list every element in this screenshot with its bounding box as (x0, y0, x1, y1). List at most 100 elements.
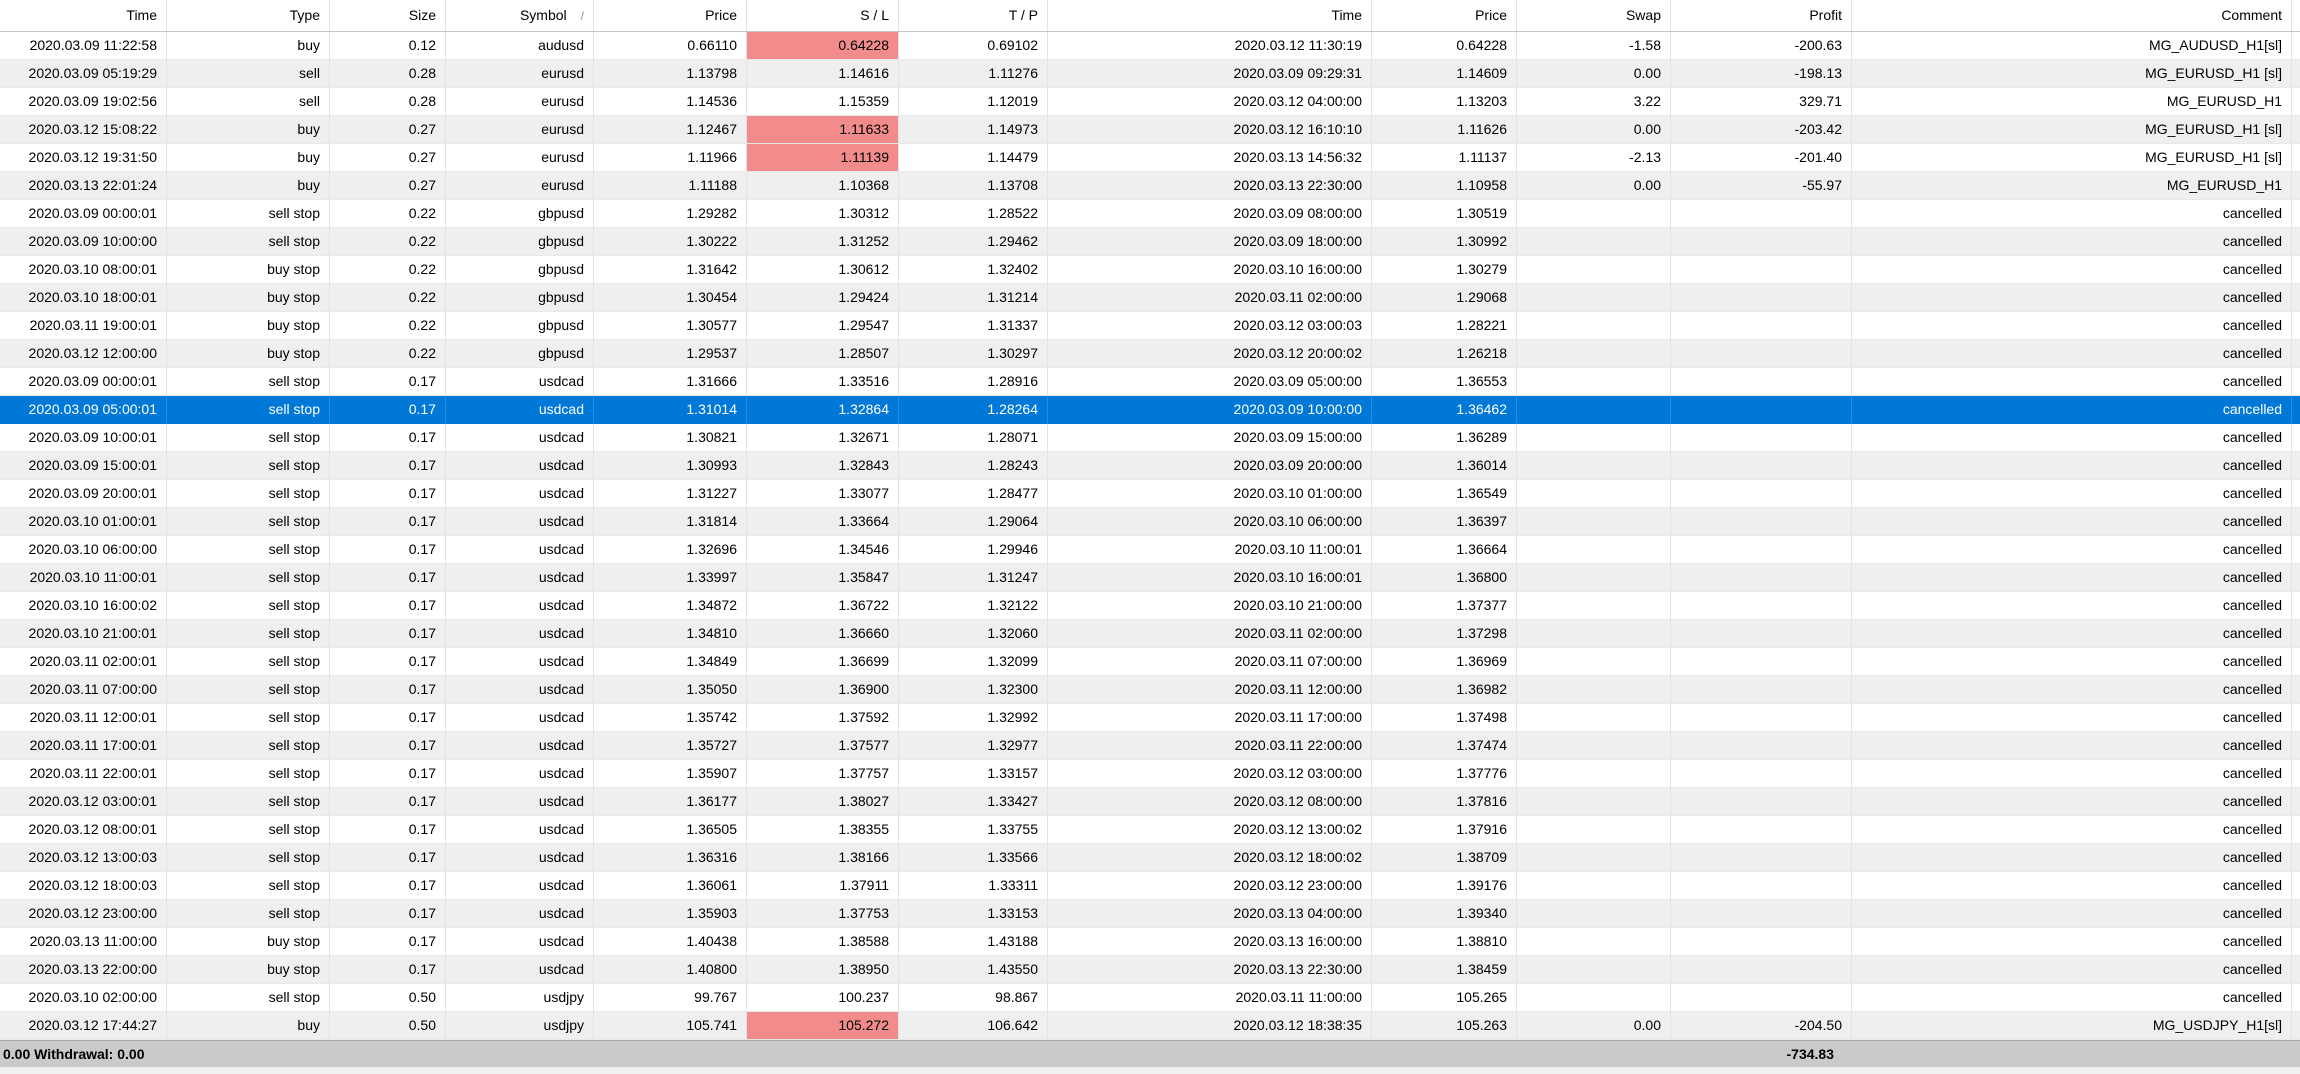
cell-swap (1517, 872, 1671, 900)
table-row[interactable]: 2020.03.10 08:00:01 buy stop 0.22 gbpusd 1.3… (0, 256, 2300, 284)
cell-size: 0.17 (330, 872, 446, 900)
column-header-open-price[interactable]: Price (594, 0, 747, 31)
table-row[interactable]: 2020.03.10 02:00:00 sell stop 0.50 usdjpy 99… (0, 984, 2300, 1012)
cell-swap (1517, 564, 1671, 592)
cell-comment: cancelled (1852, 592, 2292, 620)
table-row[interactable]: 2020.03.09 05:19:29 sell 0.28 eurusd 1.13798… (0, 60, 2300, 88)
table-row[interactable]: 2020.03.12 12:00:00 buy stop 0.22 gbpusd 1.2… (0, 340, 2300, 368)
cell-price: 1.31227 (594, 480, 747, 508)
column-header-close-time[interactable]: Time (1048, 0, 1372, 31)
table-row[interactable]: 2020.03.11 02:00:01 sell stop 0.17 usdcad 1.… (0, 648, 2300, 676)
cell-sl: 1.36722 (747, 592, 899, 620)
cell-profit (1671, 816, 1852, 844)
table-row[interactable]: 2020.03.10 18:00:01 buy stop 0.22 gbpusd 1.3… (0, 284, 2300, 312)
cell-ctime: 2020.03.11 02:00:00 (1048, 284, 1372, 312)
cell-swap: 3.22 (1517, 88, 1671, 116)
cell-price: 1.33997 (594, 564, 747, 592)
column-header-close-price[interactable]: Price (1372, 0, 1517, 31)
cell-price: 1.31642 (594, 256, 747, 284)
cell-time: 2020.03.10 06:00:00 (0, 536, 167, 564)
cell-ctime: 2020.03.10 16:00:01 (1048, 564, 1372, 592)
cell-size: 0.27 (330, 116, 446, 144)
row-spacer (2292, 228, 2300, 256)
cell-symbol: usdcad (446, 620, 594, 648)
table-row[interactable]: 2020.03.12 19:31:50 buy 0.27 eurusd 1.11966 1… (0, 144, 2300, 172)
table-row[interactable]: 2020.03.09 00:00:01 sell stop 0.17 usdcad 1.… (0, 368, 2300, 396)
column-header-comment[interactable]: Comment (1852, 0, 2292, 31)
cell-time: 2020.03.09 00:00:01 (0, 200, 167, 228)
cell-tp: 1.14479 (899, 144, 1048, 172)
cell-comment: cancelled (1852, 788, 2292, 816)
column-header-type[interactable]: Type (167, 0, 330, 31)
column-header-tp[interactable]: T / P (899, 0, 1048, 31)
cell-swap (1517, 368, 1671, 396)
cell-sl: 1.15359 (747, 88, 899, 116)
cell-time: 2020.03.10 21:00:01 (0, 620, 167, 648)
table-row[interactable]: 2020.03.11 12:00:01 sell stop 0.17 usdcad 1.… (0, 704, 2300, 732)
table-row[interactable]: 2020.03.09 10:00:00 sell stop 0.22 gbpusd 1.… (0, 228, 2300, 256)
table-row[interactable]: 2020.03.11 19:00:01 buy stop 0.22 gbpusd 1.3… (0, 312, 2300, 340)
cell-comment: cancelled (1852, 760, 2292, 788)
table-row[interactable]: 2020.03.09 10:00:01 sell stop 0.17 usdcad 1.… (0, 424, 2300, 452)
cell-type: sell stop (167, 564, 330, 592)
table-row[interactable]: 2020.03.10 06:00:00 sell stop 0.17 usdcad 1.… (0, 536, 2300, 564)
cell-ctime: 2020.03.12 13:00:02 (1048, 816, 1372, 844)
table-row[interactable]: 2020.03.12 17:44:27 buy 0.50 usdjpy 105.741 1… (0, 1012, 2300, 1040)
cell-cprice: 1.36397 (1372, 508, 1517, 536)
table-row[interactable]: 2020.03.11 17:00:01 sell stop 0.17 usdcad 1.… (0, 732, 2300, 760)
cell-symbol: gbpusd (446, 200, 594, 228)
table-row[interactable]: 2020.03.09 11:22:58 buy 0.12 audusd 0.66110 0… (0, 32, 2300, 60)
column-header-profit[interactable]: Profit (1671, 0, 1852, 31)
column-header-swap[interactable]: Swap (1517, 0, 1671, 31)
cell-sl: 1.33516 (747, 368, 899, 396)
cell-cprice: 1.11626 (1372, 116, 1517, 144)
cell-size: 0.27 (330, 144, 446, 172)
footer-profit-total: -734.83 (1786, 1046, 1834, 1062)
table-row[interactable]: 2020.03.09 20:00:01 sell stop 0.17 usdcad 1.… (0, 480, 2300, 508)
cell-symbol: usdcad (446, 564, 594, 592)
cell-price: 1.35907 (594, 760, 747, 788)
table-row[interactable]: 2020.03.13 22:00:00 buy stop 0.17 usdcad 1.4… (0, 956, 2300, 984)
table-row[interactable]: 2020.03.10 16:00:02 sell stop 0.17 usdcad 1.… (0, 592, 2300, 620)
row-spacer (2292, 312, 2300, 340)
cell-profit: 329.71 (1671, 88, 1852, 116)
table-row[interactable]: 2020.03.09 00:00:01 sell stop 0.22 gbpusd 1.… (0, 200, 2300, 228)
cell-type: sell stop (167, 816, 330, 844)
table-row[interactable]: 2020.03.13 22:01:24 buy 0.27 eurusd 1.11188 1… (0, 172, 2300, 200)
table-row[interactable]: 2020.03.12 18:00:03 sell stop 0.17 usdcad 1.… (0, 872, 2300, 900)
cell-swap (1517, 592, 1671, 620)
footer-withdrawal-text: 0.00 Withdrawal: 0.00 (3, 1046, 145, 1062)
cell-ctime: 2020.03.09 15:00:00 (1048, 424, 1372, 452)
cell-size: 0.17 (330, 844, 446, 872)
table-row[interactable]: 2020.03.10 11:00:01 sell stop 0.17 usdcad 1.… (0, 564, 2300, 592)
table-row[interactable]: 2020.03.09 05:00:01 sell stop 0.17 usdcad 1.… (0, 396, 2300, 424)
table-row[interactable]: 2020.03.12 03:00:01 sell stop 0.17 usdcad 1.… (0, 788, 2300, 816)
cell-symbol: usdcad (446, 368, 594, 396)
row-spacer (2292, 340, 2300, 368)
column-header-open-time[interactable]: Time (0, 0, 167, 31)
cell-comment: MG_EURUSD_H1 (1852, 88, 2292, 116)
table-row[interactable]: 2020.03.12 13:00:03 sell stop 0.17 usdcad 1.… (0, 844, 2300, 872)
cell-size: 0.22 (330, 340, 446, 368)
table-row[interactable]: 2020.03.12 23:00:00 sell stop 0.17 usdcad 1.… (0, 900, 2300, 928)
table-body: 2020.03.09 11:22:58 buy 0.12 audusd 0.66110 0… (0, 32, 2300, 1040)
cell-symbol: gbpusd (446, 256, 594, 284)
table-row[interactable]: 2020.03.12 08:00:01 sell stop 0.17 usdcad 1.… (0, 816, 2300, 844)
cell-cprice: 1.37916 (1372, 816, 1517, 844)
column-header-sl[interactable]: S / L (747, 0, 899, 31)
column-header-size[interactable]: Size (330, 0, 446, 31)
table-row[interactable]: 2020.03.11 22:00:01 sell stop 0.17 usdcad 1.… (0, 760, 2300, 788)
column-header-symbol[interactable]: Symbol / (446, 0, 594, 31)
table-row[interactable]: 2020.03.12 15:08:22 buy 0.27 eurusd 1.12467 1… (0, 116, 2300, 144)
table-row[interactable]: 2020.03.11 07:00:00 sell stop 0.17 usdcad 1.… (0, 676, 2300, 704)
cell-type: buy (167, 1012, 330, 1040)
table-row[interactable]: 2020.03.10 01:00:01 sell stop 0.17 usdcad 1.… (0, 508, 2300, 536)
cell-swap (1517, 620, 1671, 648)
table-row[interactable]: 2020.03.13 11:00:00 buy stop 0.17 usdcad 1.4… (0, 928, 2300, 956)
table-row[interactable]: 2020.03.09 15:00:01 sell stop 0.17 usdcad 1.… (0, 452, 2300, 480)
cell-comment: MG_EURUSD_H1 [sl] (1852, 144, 2292, 172)
table-row[interactable]: 2020.03.10 21:00:01 sell stop 0.17 usdcad 1.… (0, 620, 2300, 648)
table-row[interactable]: 2020.03.09 19:02:56 sell 0.28 eurusd 1.14536… (0, 88, 2300, 116)
cell-tp: 1.33153 (899, 900, 1048, 928)
cell-time: 2020.03.12 23:00:00 (0, 900, 167, 928)
